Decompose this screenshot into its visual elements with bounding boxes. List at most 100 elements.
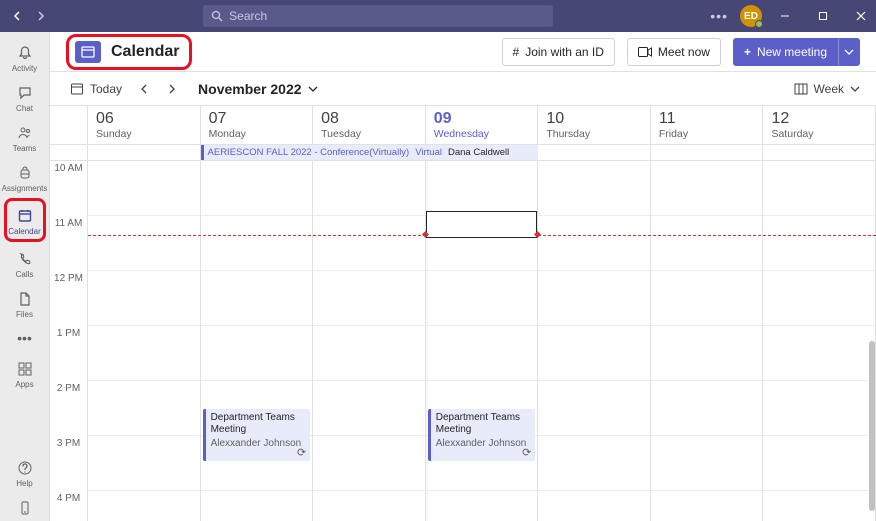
page-title-group: Calendar <box>66 34 192 70</box>
hour-cell[interactable] <box>651 381 763 436</box>
hour-cell[interactable] <box>426 326 538 381</box>
hour-cell[interactable] <box>763 161 875 216</box>
hour-cell[interactable] <box>763 271 875 326</box>
day-header[interactable]: 06Sunday <box>88 106 201 144</box>
new-meeting-chevron-button[interactable] <box>838 38 860 66</box>
hour-cell[interactable] <box>651 491 763 521</box>
hour-cell[interactable] <box>538 491 650 521</box>
hour-cell[interactable] <box>763 436 875 491</box>
view-picker-button[interactable]: Week <box>794 82 860 96</box>
calendar-event[interactable]: Department Teams MeetingAlexxander Johns… <box>203 409 311 461</box>
event-title: AERIESCON FALL 2022 - Conference(Virtual… <box>208 147 410 158</box>
join-with-id-button[interactable]: # Join with an ID <box>502 38 615 66</box>
hour-cell[interactable] <box>763 326 875 381</box>
hour-cell[interactable] <box>88 161 200 216</box>
hour-cell[interactable] <box>313 491 425 521</box>
day-column[interactable] <box>651 161 764 521</box>
day-header[interactable]: 12Saturday <box>763 106 876 144</box>
month-picker-button[interactable]: November 2022 <box>198 81 318 97</box>
day-header[interactable]: 10Thursday <box>538 106 651 144</box>
hour-cell[interactable] <box>88 491 200 521</box>
rail-item-teams[interactable]: Teams <box>0 118 50 156</box>
hour-cell[interactable] <box>538 326 650 381</box>
rail-item-files[interactable]: Files <box>0 284 50 322</box>
today-button[interactable]: Today <box>66 78 126 100</box>
hour-cell[interactable] <box>538 271 650 326</box>
avatar[interactable]: ED <box>740 5 762 27</box>
hour-cell[interactable] <box>88 381 200 436</box>
history-forward-button[interactable] <box>32 7 50 25</box>
day-header[interactable]: 09Wednesday <box>426 106 539 144</box>
allday-event[interactable]: AERIESCON FALL 2022 - Conference(Virtual… <box>201 145 539 160</box>
hour-cell[interactable] <box>538 216 650 271</box>
hour-cell[interactable] <box>651 271 763 326</box>
hour-cell[interactable] <box>763 216 875 271</box>
hour-cell[interactable] <box>651 436 763 491</box>
hour-cell[interactable] <box>651 326 763 381</box>
day-header[interactable]: 11Friday <box>651 106 764 144</box>
history-back-button[interactable] <box>8 7 26 25</box>
hour-cell[interactable] <box>538 161 650 216</box>
day-column[interactable] <box>538 161 651 521</box>
day-column[interactable]: Department Teams MeetingAlexxander Johns… <box>201 161 314 521</box>
hour-cell[interactable] <box>538 381 650 436</box>
rail-item-apps[interactable]: Apps <box>0 354 50 392</box>
hour-cell[interactable] <box>651 161 763 216</box>
calendar-event[interactable]: Department Teams MeetingAlexxander Johns… <box>428 409 536 461</box>
day-column[interactable] <box>88 161 201 521</box>
current-time-slot[interactable] <box>426 211 538 238</box>
close-button[interactable] <box>846 0 876 32</box>
search-input[interactable]: Search <box>203 5 553 27</box>
hour-cell[interactable] <box>88 271 200 326</box>
hour-cell[interactable] <box>201 161 313 216</box>
maximize-button[interactable] <box>808 0 838 32</box>
search-placeholder: Search <box>229 9 267 23</box>
rail-item-chat[interactable]: Chat <box>0 78 50 116</box>
day-header[interactable]: 08Tuesday <box>313 106 426 144</box>
rail-item-device[interactable] <box>0 493 50 521</box>
hour-cell[interactable] <box>88 436 200 491</box>
day-column[interactable]: Department Teams MeetingAlexxander Johns… <box>426 161 539 521</box>
rail-label: Files <box>16 310 33 319</box>
rail-item-calls[interactable]: Calls <box>0 244 50 282</box>
minimize-button[interactable] <box>770 0 800 32</box>
more-options-button[interactable]: ••• <box>706 8 732 24</box>
hour-cell[interactable] <box>201 326 313 381</box>
hour-cell[interactable] <box>313 271 425 326</box>
hour-cell[interactable] <box>426 491 538 521</box>
rail-item-assignments[interactable]: Assignments <box>0 158 50 196</box>
hour-cell[interactable] <box>426 161 538 216</box>
rail-item-help[interactable]: Help <box>0 453 50 491</box>
prev-week-button[interactable] <box>136 80 152 98</box>
hour-cell[interactable] <box>426 271 538 326</box>
hour-cell[interactable] <box>538 436 650 491</box>
hour-cell[interactable] <box>201 271 313 326</box>
rail-item-calendar[interactable]: Calendar <box>4 198 46 242</box>
page-title: Calendar <box>111 43 179 61</box>
hour-cell[interactable] <box>763 491 875 521</box>
hour-label: 4 PM <box>50 491 87 521</box>
hour-cell[interactable] <box>651 216 763 271</box>
new-meeting-button[interactable]: + New meeting <box>733 38 838 66</box>
day-column[interactable] <box>313 161 426 521</box>
meet-now-button[interactable]: Meet now <box>627 38 721 66</box>
hour-cell[interactable] <box>88 326 200 381</box>
day-column[interactable] <box>763 161 876 521</box>
next-week-button[interactable] <box>164 80 180 98</box>
rail-more-button[interactable]: ••• <box>17 324 32 352</box>
day-header[interactable]: 07Monday <box>201 106 314 144</box>
hour-cell[interactable] <box>313 216 425 271</box>
calendar-badge-icon <box>75 41 101 63</box>
scrollbar-thumb[interactable] <box>869 341 875 511</box>
phone-icon <box>15 249 35 269</box>
hour-cell[interactable] <box>201 216 313 271</box>
hour-cell[interactable] <box>313 436 425 491</box>
hour-cell[interactable] <box>313 161 425 216</box>
hour-cell[interactable] <box>201 491 313 521</box>
hour-cell[interactable] <box>763 381 875 436</box>
day-number: 07 <box>209 110 305 128</box>
hour-cell[interactable] <box>313 381 425 436</box>
rail-item-activity[interactable]: Activity <box>0 38 50 76</box>
hour-cell[interactable] <box>313 326 425 381</box>
hour-cell[interactable] <box>88 216 200 271</box>
